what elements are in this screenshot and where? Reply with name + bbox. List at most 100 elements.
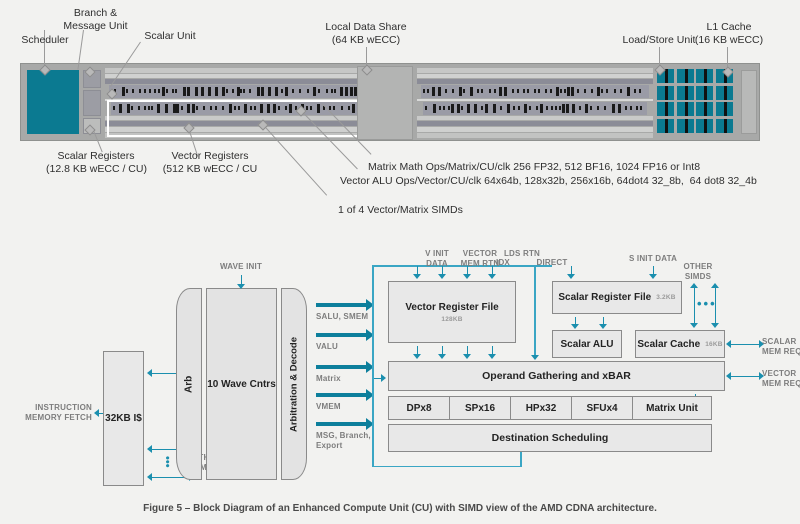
arrow-icache-arb-line <box>152 372 176 374</box>
scalar-alu-block: Scalar ALU <box>552 330 622 358</box>
arrow-srf-in-head <box>567 274 575 279</box>
load-store-cell <box>696 85 713 100</box>
simd-highlight-left <box>107 100 373 137</box>
label-bus-vmem: VMEM <box>316 402 341 411</box>
bus-matrix-line <box>316 365 368 369</box>
scalar-register-file-size: 3.2KB <box>656 294 676 301</box>
exec-unit-matrix-label: Matrix Unit <box>646 402 698 414</box>
vector-register-file-size: 128KB <box>441 315 463 323</box>
direct-bypass-line <box>534 265 536 357</box>
bus-salu-smem-line <box>316 303 368 307</box>
load-store-cell <box>696 102 713 116</box>
vector-register-file-block: Vector Register File 128KB <box>388 281 516 343</box>
load-store-cell <box>676 102 694 116</box>
arb-block: Arb <box>176 288 202 480</box>
load-store-cell <box>676 69 694 83</box>
arrow-vector-mem-rtn-head <box>438 274 446 279</box>
arrow-other-simds-r1-line <box>693 287 695 325</box>
arrow-rail-to-operand-head <box>381 374 386 382</box>
load-store-cell <box>676 118 694 133</box>
load-store-cell <box>657 102 674 116</box>
destination-scheduling-block: Destination Scheduling <box>388 424 712 452</box>
branch-message-unit-block-2 <box>83 90 101 116</box>
arrow-other-simds-r1-up <box>690 283 698 288</box>
scalar-register-file-label: Scalar Register File <box>558 292 652 303</box>
l1-cache-block <box>741 70 757 134</box>
load-store-cell <box>715 102 733 116</box>
load-store-cell <box>715 85 733 100</box>
arrow-icache-arb-left <box>147 369 152 377</box>
die-photo <box>20 63 760 141</box>
arrow-scalar-mem-req-left <box>726 340 731 348</box>
label-idx: IDX <box>496 258 510 267</box>
arrow-other-simds-l1-left <box>147 445 152 453</box>
load-store-cell <box>676 85 694 100</box>
load-store-cell <box>696 118 713 133</box>
label-instruction-memory-fetch: INSTRUCTION MEMORY FETCH <box>25 403 92 422</box>
arrow-lds-rtn-head <box>488 274 496 279</box>
exec-unit-sfux4: SFUx4 <box>571 396 633 420</box>
operand-gathering-block: Operand Gathering and xBAR <box>388 361 725 391</box>
arrow-vector-mem-req-line <box>731 375 759 377</box>
arrow-vrf-op3-head <box>463 354 471 359</box>
callout-branch-message: Branch & Message Unit <box>63 7 128 32</box>
simd-stack-right <box>417 68 653 138</box>
exec-unit-hpx32-label: HPx32 <box>525 402 557 414</box>
arrow-other-simds-r2-down <box>711 323 719 328</box>
label-bus-msg-branch-export: MSG, Branch, Export <box>316 431 371 450</box>
arrow-v-init-data-head <box>413 274 421 279</box>
scalar-register-file-block: Scalar Register File 3.2KB <box>552 281 682 314</box>
wave-counters-label: 10 Wave Cntrs <box>207 378 276 390</box>
callout-scheduler: Scheduler <box>21 34 69 46</box>
feedback-rail-dest-drop <box>520 452 522 466</box>
arbitration-decode-block: Arbitration & Decode <box>281 288 307 480</box>
scalar-alu-label: Scalar ALU <box>560 338 614 350</box>
vector-register-file-label: Vector Register File <box>405 301 499 313</box>
label-bus-salu-smem: SALU, SMEM <box>316 312 369 321</box>
local-data-share-block <box>357 66 413 140</box>
callout-vector-registers: Vector Registers (512 KB wECC / CU <box>162 150 258 175</box>
label-bus-valu: VALU <box>316 342 338 351</box>
exec-unit-dpx8-label: DPx8 <box>406 402 432 414</box>
feedback-rail-vertical <box>372 265 374 467</box>
operand-gathering-label: Operand Gathering and xBAR <box>482 370 631 382</box>
arrow-srf-salu2-head <box>599 324 607 329</box>
scalar-cache-label: Scalar Cache <box>637 338 701 350</box>
arrow-vrf-op1-head <box>413 354 421 359</box>
exec-unit-spx16: SPx16 <box>449 396 511 420</box>
bus-vmem-line <box>316 393 368 397</box>
scheduler-block <box>27 70 79 134</box>
icache-block: 32KB I$ <box>103 351 144 486</box>
direct-bypass-head <box>531 355 539 360</box>
note-matrix-math-ops: Matrix Math Ops/Matrix/CU/clk 256 FP32, … <box>368 161 701 173</box>
exec-unit-sfux4-label: SFUx4 <box>586 402 618 414</box>
arrow-s-init-data-head <box>649 274 657 279</box>
note-simd: 1 of 4 Vector/Matrix SIMDs <box>338 204 463 216</box>
arrow-wave-init-head <box>237 284 245 289</box>
arrow-scalar-mem-req-line <box>731 343 759 345</box>
exec-unit-spx16-label: SPx16 <box>464 402 496 414</box>
icache-label: 32KB I$ <box>105 413 142 424</box>
arrow-other-simds-r1-down <box>690 323 698 328</box>
destination-scheduling-label: Destination Scheduling <box>491 432 609 444</box>
scalar-cache-block: Scalar Cache 16KB <box>635 330 725 358</box>
arb-label: Arb <box>183 375 195 393</box>
load-store-cell <box>657 118 674 133</box>
load-store-cell <box>657 85 674 100</box>
load-store-cell <box>715 118 733 133</box>
label-vector-mem-req: VECTOR MEM REQ <box>762 369 800 388</box>
arrow-other-simds-r2-up <box>711 283 719 288</box>
figure-caption: Figure 5 – Block Diagram of an Enhanced … <box>143 503 657 514</box>
horizontal-dots-right: ••• <box>697 296 717 311</box>
vertical-dots-left: ••• <box>161 456 173 468</box>
bus-valu-line <box>316 333 368 337</box>
callout-scalar-unit: Scalar Unit <box>144 30 196 42</box>
load-store-cell <box>696 69 713 83</box>
label-wave-init: WAVE INIT <box>219 262 263 271</box>
exec-unit-matrix: Matrix Unit <box>632 396 712 420</box>
simd-stack-left <box>105 68 375 138</box>
note-vector-alu-ops: Vector ALU Ops/Vector/CU/clk 64x64b, 128… <box>340 175 757 187</box>
exec-unit-hpx32: HPx32 <box>510 396 572 420</box>
arrow-imf-left <box>94 409 99 417</box>
arrow-other-simds-l2-left <box>147 473 152 481</box>
